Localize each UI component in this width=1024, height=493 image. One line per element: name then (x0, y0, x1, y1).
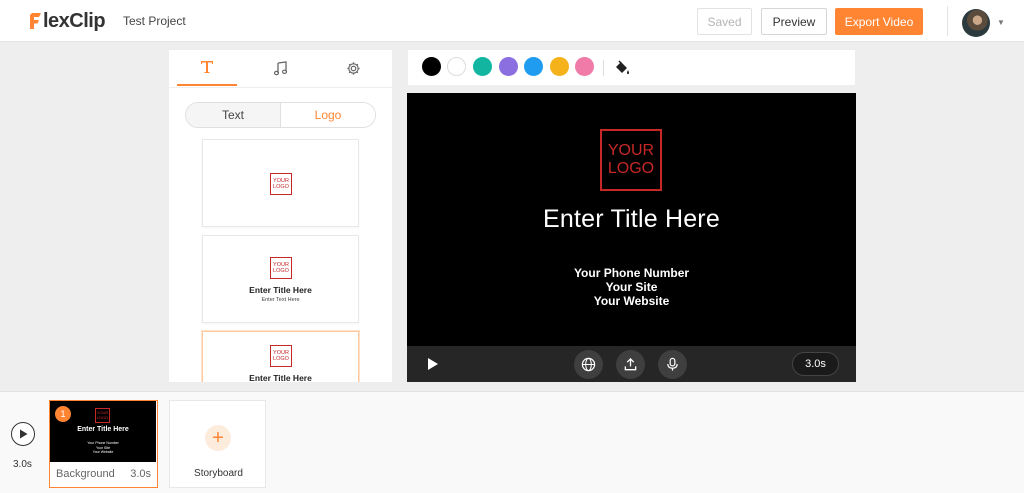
clip-duration: 3.0s (130, 468, 151, 480)
paint-bucket-icon[interactable] (613, 59, 631, 77)
tab-settings[interactable] (323, 50, 383, 86)
color-swatch-yellow[interactable] (550, 57, 569, 76)
clip-thumb-logo: YOUR LOGO (95, 408, 110, 423)
template-logo: YOUR LOGO (270, 345, 292, 367)
clip-thumb-lines: Your Phone Number Your Site Your Website (50, 441, 156, 455)
clip-label: Background (56, 468, 115, 480)
color-swatch-teal[interactable] (473, 57, 492, 76)
add-storyboard-label: Storyboard (194, 468, 243, 479)
clip-thumb-line: Your Website (92, 450, 114, 454)
elements-panel: Text Logo YOUR LOGO YOUR LOGO Enter Titl… (169, 50, 392, 382)
brand-name: lexClip (43, 9, 106, 32)
color-swatch-blue[interactable] (524, 57, 543, 76)
play-icon[interactable] (427, 357, 439, 371)
header-divider (947, 6, 948, 36)
chevron-down-icon[interactable]: ▼ (997, 18, 1005, 27)
color-swatch-black[interactable] (422, 57, 441, 76)
saved-button[interactable]: Saved (697, 8, 752, 35)
preview-website-text[interactable]: Your Website (407, 294, 856, 308)
template-title: Enter Title Here (249, 285, 312, 295)
logo-template-card[interactable]: YOUR LOGO Enter Title Here (202, 331, 359, 382)
preview-logo-line1: YOUR (607, 142, 655, 159)
preview-button[interactable]: Preview (761, 8, 827, 35)
logo-template-card[interactable]: YOUR LOGO Enter Title Here Enter Text He… (202, 235, 359, 323)
globe-icon (581, 357, 596, 372)
video-preview[interactable]: YOUR LOGO Enter Title Here Your Phone Num… (407, 93, 856, 346)
gear-icon (346, 61, 360, 75)
template-title: Enter Title Here (249, 373, 312, 382)
text-icon (201, 61, 213, 73)
clip-thumb-title: Enter Title Here (77, 426, 129, 433)
color-swatch-white[interactable] (447, 57, 466, 76)
toolbar-divider (603, 60, 604, 76)
template-logo: YOUR LOGO (270, 173, 292, 195)
color-swatch-pink[interactable] (575, 57, 594, 76)
color-swatch-purple[interactable] (499, 57, 518, 76)
segment-text[interactable]: Text (186, 103, 280, 127)
add-storyboard-button[interactable]: + Storyboard (169, 400, 266, 488)
timeline-play-button[interactable] (11, 422, 35, 446)
color-toolbar (408, 50, 855, 85)
music-note-icon (273, 60, 287, 75)
clip-index-badge: 1 (55, 406, 71, 422)
export-video-button[interactable]: Export Video (835, 8, 923, 35)
preview-phone-text[interactable]: Your Phone Number (407, 266, 856, 280)
template-subtitle: Enter Text Here (261, 297, 300, 303)
timeline: 3.0s YOUR LOGO Enter Title Here Your Pho… (0, 391, 1024, 493)
template-logo: YOUR LOGO (270, 257, 292, 279)
preview-logo-line2: LOGO (607, 160, 655, 177)
plus-icon: + (205, 425, 231, 451)
scene-duration[interactable]: 3.0s (792, 352, 839, 376)
preview-controls: 3.0s (407, 346, 856, 382)
tab-text[interactable] (177, 50, 237, 86)
timeline-clip[interactable]: YOUR LOGO Enter Title Here Your Phone Nu… (49, 400, 158, 488)
preview-logo[interactable]: YOUR LOGO (600, 129, 662, 191)
segment-logo[interactable]: Logo (280, 103, 375, 127)
preview-title[interactable]: Enter Title Here (407, 205, 856, 234)
tab-music[interactable] (250, 50, 310, 86)
upload-button[interactable] (616, 350, 645, 379)
total-time: 3.0s (13, 459, 32, 470)
panel-tabs (169, 50, 392, 88)
flexclip-logo-mark-icon (30, 13, 41, 29)
language-button[interactable] (574, 350, 603, 379)
preview-site-text[interactable]: Your Site (407, 280, 856, 294)
top-header: lexClip Test Project Saved Preview Expor… (0, 0, 1024, 42)
upload-icon (624, 357, 637, 371)
user-avatar[interactable] (962, 9, 990, 37)
project-name[interactable]: Test Project (123, 14, 186, 28)
flexclip-logo[interactable]: lexClip (30, 8, 106, 34)
text-logo-toggle: Text Logo (185, 102, 376, 128)
play-icon (19, 429, 27, 439)
logo-template-card[interactable]: YOUR LOGO (202, 139, 359, 227)
voiceover-button[interactable] (658, 350, 687, 379)
microphone-icon (667, 357, 678, 371)
